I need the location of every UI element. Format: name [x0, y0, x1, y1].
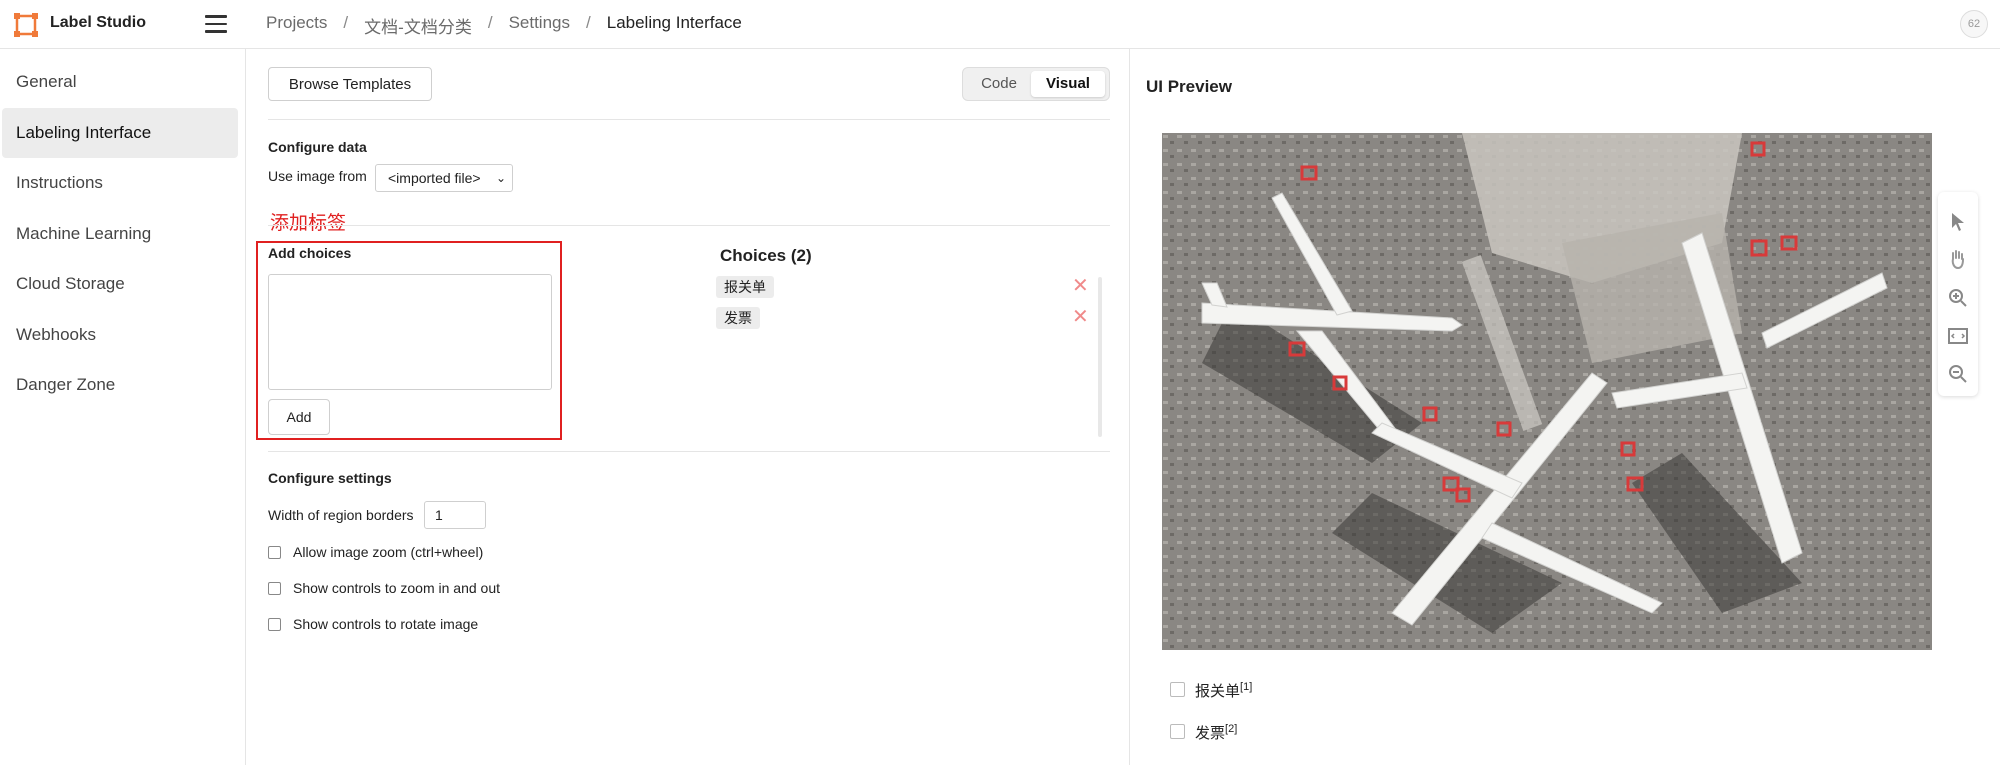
- preview-choice-hotkey: [2]: [1225, 723, 1238, 735]
- preview-choice-checkbox[interactable]: [1170, 682, 1185, 697]
- choice-chip: 报关单: [716, 276, 774, 298]
- preview-choice-hotkey: [1]: [1240, 681, 1253, 693]
- zoom-controls-label: Show controls to zoom in and out: [293, 580, 501, 596]
- image-source-value: <imported file>: [388, 170, 481, 186]
- ui-preview-panel: UI Preview 报关单[1] 发票[2]: [1130, 49, 2000, 765]
- allow-zoom-checkbox[interactable]: [268, 546, 281, 559]
- sidebar-item-danger-zone[interactable]: Danger Zone: [2, 360, 238, 410]
- preview-choice-label: 发票[2]: [1195, 722, 1237, 743]
- pointer-icon[interactable]: [1946, 210, 1970, 234]
- app-title: Label Studio: [50, 14, 146, 31]
- breadcrumb-project[interactable]: 文档-文档分类: [364, 13, 472, 38]
- preview-choice-checkbox[interactable]: [1170, 724, 1185, 739]
- preview-choice-text: 发票: [1195, 725, 1226, 742]
- preview-choice-text: 报关单: [1195, 683, 1241, 700]
- sidebar-item-instructions[interactable]: Instructions: [2, 158, 238, 208]
- visual-mode-tab[interactable]: Visual: [1031, 71, 1105, 97]
- menu-icon[interactable]: [205, 15, 227, 33]
- rotate-controls-checkbox[interactable]: [268, 618, 281, 631]
- preview-choice-label: 报关单[1]: [1195, 680, 1252, 701]
- config-panel: Browse Templates Code Visual Configure d…: [246, 49, 1130, 765]
- add-choices-heading: Add choices: [268, 245, 352, 261]
- annotation-note: 添加标签: [270, 213, 347, 234]
- breadcrumb-settings[interactable]: Settings: [509, 13, 570, 38]
- breadcrumb-separator: /: [586, 13, 591, 32]
- configure-data-heading: Configure data: [268, 139, 367, 155]
- region-border-input[interactable]: 1: [424, 501, 486, 529]
- breadcrumb: Projects / 文档-文档分类 / Settings / Labeling…: [266, 13, 742, 38]
- choices-heading: Choices (2): [720, 246, 812, 265]
- sidebar-item-labeling-interface[interactable]: Labeling Interface: [2, 108, 238, 158]
- sidebar-item-machine-learning[interactable]: Machine Learning: [2, 209, 238, 259]
- chevron-down-icon: ⌄: [495, 171, 506, 185]
- hand-icon[interactable]: [1946, 248, 1970, 272]
- avatar[interactable]: 62: [1960, 10, 1988, 38]
- configure-settings-heading: Configure settings: [268, 470, 392, 486]
- ui-preview-title: UI Preview: [1146, 77, 1232, 96]
- sidebar-item-cloud-storage[interactable]: Cloud Storage: [2, 259, 238, 309]
- top-bar: Label Studio Projects / 文档-文档分类 / Settin…: [0, 0, 2000, 49]
- region-border-label: Width of region borders: [268, 507, 414, 523]
- zoom-in-icon[interactable]: [1946, 286, 1970, 310]
- mode-toggle: Code Visual: [962, 67, 1110, 101]
- image-source-select[interactable]: <imported file> ⌄: [375, 164, 513, 192]
- airport-aerial-image: [1162, 133, 1932, 650]
- add-choices-textarea[interactable]: [268, 274, 552, 390]
- rotate-controls-label: Show controls to rotate image: [293, 616, 479, 632]
- fit-to-screen-icon[interactable]: [1946, 324, 1970, 348]
- add-choice-button[interactable]: Add: [268, 399, 330, 435]
- allow-zoom-label: Allow image zoom (ctrl+wheel): [293, 544, 484, 560]
- browse-templates-button[interactable]: Browse Templates: [268, 67, 432, 101]
- breadcrumb-current: Labeling Interface: [606, 13, 742, 32]
- image-toolbar: [1938, 192, 1978, 396]
- preview-image[interactable]: [1162, 133, 1932, 650]
- code-mode-tab[interactable]: Code: [969, 71, 1029, 97]
- settings-sidebar: General Labeling Interface Instructions …: [0, 49, 246, 765]
- remove-choice-icon[interactable]: ✕: [1072, 307, 1089, 327]
- breadcrumb-separator: /: [343, 13, 349, 32]
- choices-scrollbar[interactable]: [1098, 277, 1102, 437]
- zoom-controls-checkbox[interactable]: [268, 582, 281, 595]
- choice-chip: 发票: [716, 307, 760, 329]
- sidebar-item-general[interactable]: General: [2, 57, 238, 107]
- use-image-from-label: Use image from: [268, 168, 367, 184]
- sidebar-item-webhooks[interactable]: Webhooks: [2, 310, 238, 360]
- breadcrumb-projects[interactable]: Projects: [266, 13, 327, 38]
- divider: [268, 451, 1110, 452]
- divider: [268, 119, 1110, 120]
- zoom-out-icon[interactable]: [1946, 362, 1970, 386]
- divider: [268, 225, 1110, 226]
- breadcrumb-separator: /: [487, 13, 493, 32]
- remove-choice-icon[interactable]: ✕: [1072, 276, 1089, 296]
- label-studio-logo-icon: [14, 13, 38, 37]
